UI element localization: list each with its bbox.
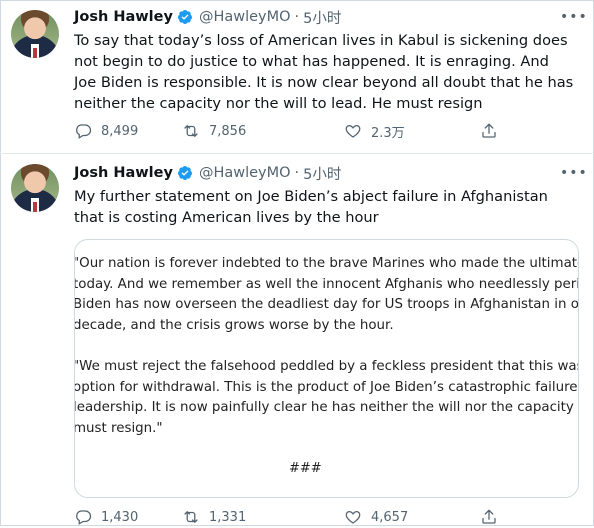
statement-line: must resign." [74, 420, 163, 436]
author-name[interactable]: Josh Hawley [74, 165, 173, 181]
tweet-header: Josh Hawley @HawleyMO · 5小时 [74, 7, 341, 27]
statement-line: decade, and the crisis grows worse by th… [74, 317, 394, 333]
author-handle[interactable]: @HawleyMO [199, 9, 291, 25]
statement-line: today. And we remember as well the innoc… [74, 276, 579, 292]
verified-badge-icon [177, 166, 192, 180]
avatar[interactable] [11, 10, 59, 58]
retweet-icon [184, 125, 198, 137]
retweet-count: 1,331 [209, 509, 247, 525]
timestamp[interactable]: 5小时 [303, 163, 341, 184]
tweet-actions: 1,430 1,331 4,657 [74, 506, 504, 528]
share-icon [482, 123, 496, 138]
like-button[interactable]: 2.3万 [344, 122, 405, 141]
author-name[interactable]: Josh Hawley [74, 9, 173, 25]
statement-text: "Our nation is forever indebted to the b… [74, 254, 579, 460]
retweet-button[interactable]: 1,331 [182, 508, 246, 526]
share-button[interactable] [480, 122, 507, 140]
verified-badge-icon [177, 10, 192, 24]
retweet-icon [184, 511, 198, 523]
reply-icon [76, 510, 92, 525]
timestamp[interactable]: 5小时 [303, 7, 341, 28]
avatar[interactable] [11, 164, 59, 212]
tweet-text: My further statement on Joe Biden’s abje… [74, 188, 548, 226]
share-button[interactable] [480, 508, 507, 526]
tweet-actions: 8,499 7,856 2.3万 [74, 120, 504, 142]
tweet-header: Josh Hawley @HawleyMO · 5小时 [74, 163, 341, 183]
reply-button[interactable]: 8,499 [74, 122, 138, 140]
author-handle[interactable]: @HawleyMO [199, 165, 291, 181]
reply-button[interactable]: 1,430 [74, 508, 138, 526]
more-icon[interactable]: ••• [560, 166, 587, 186]
retweet-count: 7,856 [209, 123, 247, 139]
statement-image[interactable]: "Our nation is forever indebted to the b… [74, 239, 579, 498]
tweet[interactable]: Josh Hawley @HawleyMO · 5小时 ••• My furth… [0, 154, 594, 526]
statement-line: leadership. It is now painfully clear he… [74, 400, 578, 416]
statement-line: "Our nation is forever indebted to the b… [74, 256, 578, 271]
reply-count: 8,499 [101, 123, 139, 139]
statement-line: "We must reject the falsehood peddled by… [74, 358, 578, 374]
heart-icon [345, 124, 361, 138]
more-icon[interactable]: ••• [560, 10, 587, 30]
retweet-button[interactable]: 7,856 [182, 122, 246, 140]
reply-icon [76, 124, 92, 139]
like-count: 4,657 [371, 509, 409, 525]
heart-icon [345, 510, 361, 524]
statement-line: option for withdrawal. This is the produ… [74, 379, 579, 395]
share-icon [482, 509, 496, 524]
statement-end-mark: ### [289, 461, 322, 476]
like-count: 2.3万 [371, 125, 405, 141]
like-button[interactable]: 4,657 [344, 508, 408, 526]
statement-line: Biden has now overseen the deadliest day… [74, 297, 579, 313]
separator: · [294, 165, 300, 181]
reply-count: 1,430 [101, 509, 139, 525]
tweet-text: To say that today’s loss of American liv… [74, 32, 574, 112]
tweet[interactable]: Josh Hawley @HawleyMO · 5小时 ••• To say t… [0, 0, 594, 154]
separator: · [294, 9, 300, 25]
